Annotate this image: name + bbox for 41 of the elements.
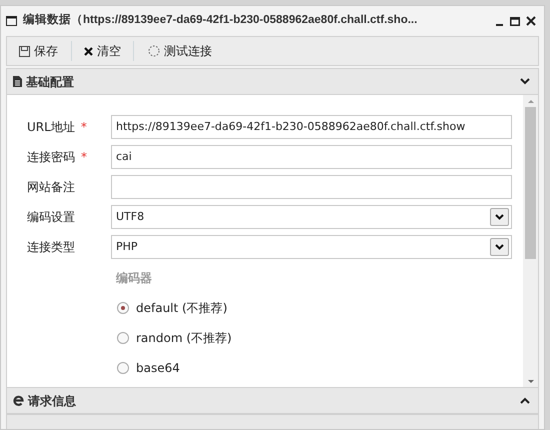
panel-header[interactable]: 请求信息 [6,387,539,414]
chevron-up-icon [520,397,530,404]
field-label: 编码设置 [27,209,76,226]
input-field[interactable]: https://89139ee7-da69-42f1-b230-0588962ae80f.chall.ctf.show [111,115,512,139]
field-label: 网站备注 [27,179,76,196]
scrollbar[interactable] [523,95,538,387]
maximize-icon[interactable] [510,16,520,26]
field-label: 连接密码 * [27,149,88,166]
radio-label[interactable]: base64 [136,359,180,377]
e-logo-icon [13,395,24,406]
panel-header[interactable]: 基础配置 [6,68,539,95]
input-field[interactable]: cai [111,145,512,169]
clear-button[interactable]: 清空 [72,37,133,65]
radio-label[interactable]: default (不推荐) [136,299,228,317]
close-icon [84,46,93,56]
required-mark: * [80,120,87,134]
window-icon [6,16,17,26]
panel-title: 基础配置 [26,74,74,90]
panel-title: 请求信息 [28,392,76,410]
section-label: 编码器 [116,270,153,287]
document-icon [13,76,22,87]
field-label: URL地址 * [27,119,88,136]
input-field[interactable] [111,175,512,199]
scrollbar-thumb[interactable] [525,107,536,259]
chevron-down-icon [520,78,530,85]
radio-button[interactable] [117,332,129,344]
panel-header[interactable] [6,414,539,429]
radio-button[interactable] [117,362,129,374]
save-button[interactable]: 保存 [7,37,71,65]
scroll-up-icon[interactable] [528,100,534,102]
test-connection-button[interactable]: 测试连接 [134,37,222,65]
radio-button[interactable] [117,302,129,314]
scroll-down-icon[interactable] [528,380,534,382]
dropdown[interactable]: PHP [111,235,512,259]
dropdown[interactable]: UTF8 [111,205,512,229]
field-label: 连接类型 [27,239,76,256]
required-mark: * [81,150,87,164]
radio-label[interactable]: random (不推荐) [136,329,232,347]
close-icon[interactable] [526,16,536,26]
spinner-icon [148,45,160,57]
window-title: 编辑数据（https://89139ee7-da69-42f1-b230-0588962ae80f.chall.ctf.sho... [23,12,418,28]
